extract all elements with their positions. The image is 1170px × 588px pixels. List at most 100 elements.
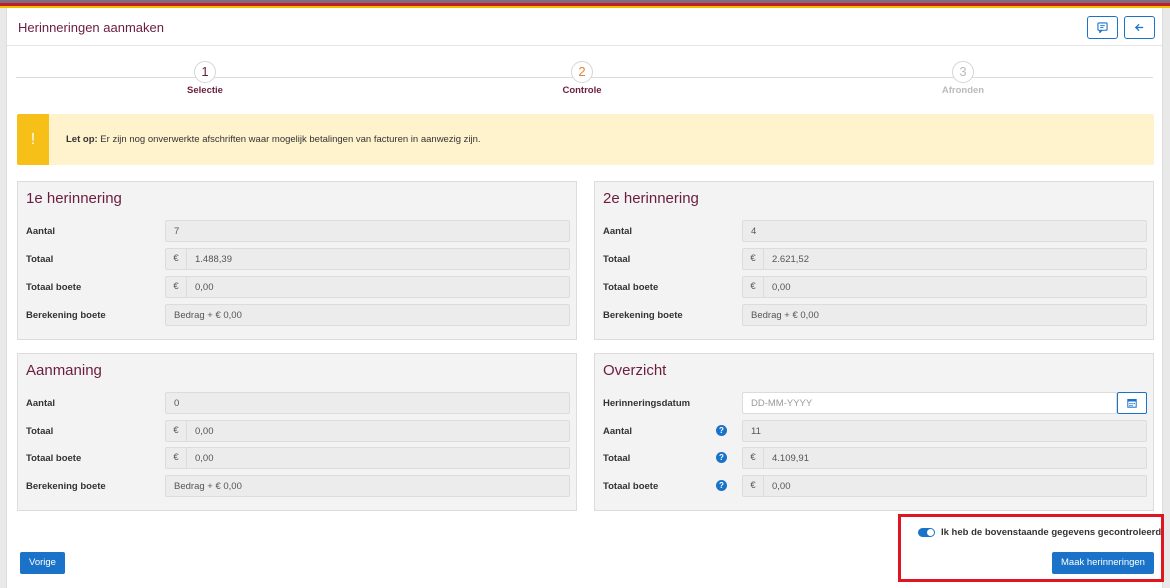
panel-1e-herinnering: 1e herinnering Aantal 7 Totaal €1.488,39… (17, 181, 577, 340)
field-label: Herinneringsdatum (603, 398, 691, 409)
field-value: 0,00 (772, 481, 791, 492)
field-row-totaal: Totaal €0,00 (18, 420, 576, 442)
field-label: Totaal boete (603, 481, 659, 492)
aantal-field: 7 (165, 220, 570, 242)
step-label: Controle (562, 85, 602, 96)
field-row-totaal-boete: Totaal boete €0,00 (18, 276, 576, 298)
euro-addon: € (743, 448, 764, 468)
aantal-field: 4 (742, 220, 1147, 242)
field-row-berekening: Berekening boete Bedrag + € 0,00 (18, 304, 576, 326)
panel-title: 2e herinnering (603, 190, 699, 207)
field-value: Bedrag + € 0,00 (174, 481, 242, 492)
field-row-berekening: Berekening boete Bedrag + € 0,00 (18, 475, 576, 497)
totaal-boete-field: €0,00 (742, 475, 1147, 497)
totaal-boete-field: €0,00 (165, 447, 570, 469)
field-label: Aantal (603, 426, 633, 437)
page-title: Herinneringen aanmaken (18, 20, 164, 35)
field-label: Aantal (26, 226, 56, 237)
totaal-field: €0,00 (165, 420, 570, 442)
alert-strong: Let op: (66, 134, 98, 145)
step-number: 2 (571, 61, 593, 83)
totaal-boete-field: €0,00 (165, 276, 570, 298)
warning-alert: ! Let op: Er zijn nog onverwerkte afschr… (17, 114, 1154, 165)
step-label: Afronden (941, 85, 985, 96)
comment-button[interactable] (1087, 16, 1118, 39)
totaal-field: €2.621,52 (742, 248, 1147, 270)
field-value: Bedrag + € 0,00 (174, 310, 242, 321)
totaal-boete-field: €0,00 (742, 276, 1147, 298)
arrow-left-icon (1134, 23, 1144, 32)
step-selectie[interactable]: 1 Selectie (145, 61, 265, 96)
field-value: 0,00 (195, 426, 214, 437)
totaal-field: €4.109,91 (742, 447, 1147, 469)
field-value: 4 (751, 226, 757, 237)
step-controle: 2 Controle (522, 61, 642, 96)
card-header: Herinneringen aanmaken (7, 8, 1162, 46)
field-label: Aantal (26, 398, 56, 409)
field-row-totaal-boete: Totaal boete ? €0,00 (595, 475, 1153, 497)
field-value: 0,00 (195, 282, 214, 293)
field-value: 0,00 (772, 282, 791, 293)
alert-body: Er zijn nog onverwerkte afschriften waar… (97, 134, 481, 145)
panel-title: Aanmaning (26, 362, 102, 379)
field-value: Bedrag + € 0,00 (751, 310, 819, 321)
warning-icon: ! (17, 114, 49, 165)
top-color-stripe (0, 0, 1170, 8)
field-label: Totaal (26, 426, 54, 437)
field-value: 11 (751, 426, 761, 437)
step-afronden: 3 Afronden (903, 61, 1023, 96)
euro-addon: € (166, 249, 187, 269)
field-row-herinneringsdatum: Herinneringsdatum DD-MM-YYYY (595, 392, 1153, 414)
aantal-field: 11 (742, 420, 1147, 442)
euro-addon: € (166, 448, 187, 468)
panel-overzicht: Overzicht Herinneringsdatum DD-MM-YYYY A… (594, 353, 1154, 511)
highlight-box (898, 514, 1164, 582)
field-row-totaal: Totaal €1.488,39 (18, 248, 576, 270)
field-row-aantal: Aantal 4 (595, 220, 1153, 242)
field-value: 1.488,39 (195, 254, 232, 265)
euro-addon: € (743, 277, 764, 297)
panel-title: 1e herinnering (26, 190, 122, 207)
totaal-field: €1.488,39 (165, 248, 570, 270)
panel-title: Overzicht (603, 362, 667, 379)
field-row-aantal: Aantal 0 (18, 392, 576, 414)
herinneringsdatum-input[interactable]: DD-MM-YYYY (742, 392, 1117, 414)
field-value: 0,00 (195, 453, 214, 464)
field-row-totaal-boete: Totaal boete €0,00 (595, 276, 1153, 298)
help-icon[interactable]: ? (716, 425, 727, 436)
euro-addon: € (166, 421, 187, 441)
help-icon[interactable]: ? (716, 452, 727, 463)
field-value: 2.621,52 (772, 254, 809, 265)
field-label: Totaal boete (26, 453, 82, 464)
field-row-aantal: Aantal ? 11 (595, 420, 1153, 442)
field-label: Totaal (603, 453, 631, 464)
back-button[interactable] (1124, 16, 1155, 39)
field-label: Berekening boete (26, 481, 106, 492)
field-label: Berekening boete (603, 310, 683, 321)
step-number: 1 (194, 61, 216, 83)
euro-addon: € (743, 476, 764, 496)
euro-addon: € (166, 277, 187, 297)
panel-2e-herinnering: 2e herinnering Aantal 4 Totaal €2.621,52… (594, 181, 1154, 340)
help-icon[interactable]: ? (716, 480, 727, 491)
field-label: Totaal (26, 254, 54, 265)
vorige-button[interactable]: Vorige (20, 552, 65, 574)
panel-aanmaning: Aanmaning Aantal 0 Totaal €0,00 Totaal b… (17, 353, 577, 511)
field-label: Totaal boete (26, 282, 82, 293)
berekening-field: Bedrag + € 0,00 (742, 304, 1147, 326)
field-label: Aantal (603, 226, 633, 237)
berekening-field: Bedrag + € 0,00 (165, 475, 570, 497)
comment-icon (1097, 22, 1108, 33)
field-value: 0 (174, 398, 180, 409)
field-value: 7 (174, 226, 180, 237)
euro-addon: € (743, 249, 764, 269)
field-row-totaal: Totaal ? €4.109,91 (595, 447, 1153, 469)
step-number: 3 (952, 61, 974, 83)
calendar-icon (1127, 399, 1137, 408)
field-label: Totaal boete (603, 282, 659, 293)
field-row-berekening: Berekening boete Bedrag + € 0,00 (595, 304, 1153, 326)
field-label: Berekening boete (26, 310, 106, 321)
field-row-totaal: Totaal €2.621,52 (595, 248, 1153, 270)
calendar-button[interactable] (1117, 392, 1147, 414)
berekening-field: Bedrag + € 0,00 (165, 304, 570, 326)
